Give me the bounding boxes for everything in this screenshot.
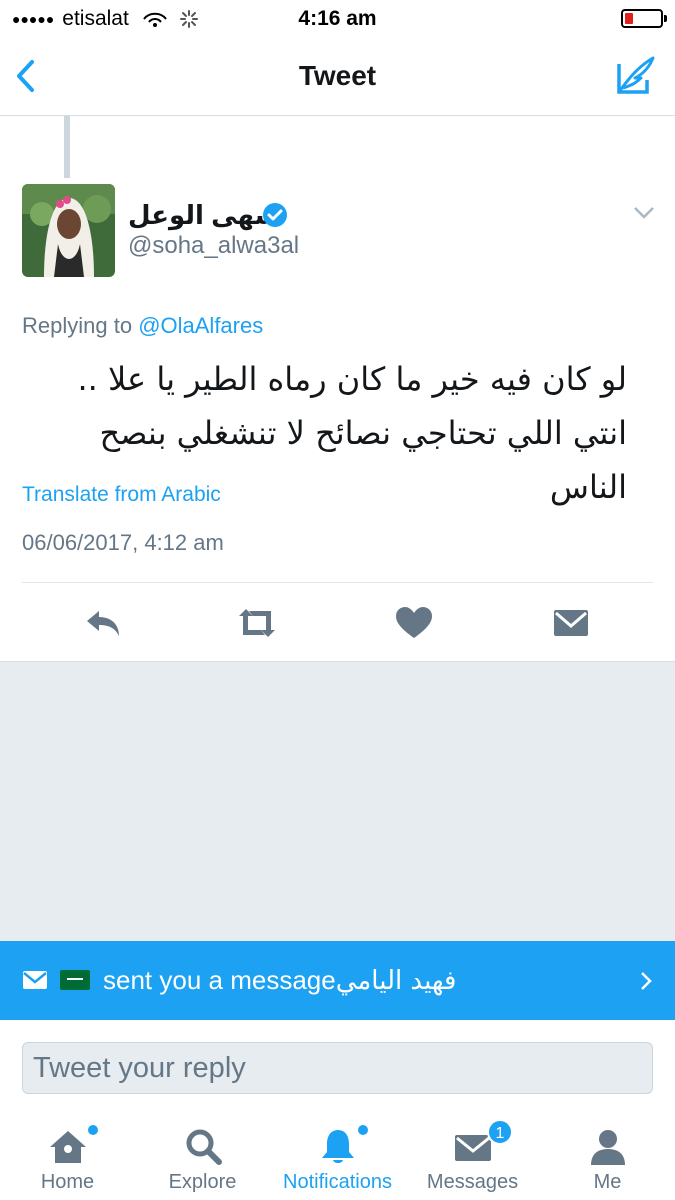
reply-icon[interactable] <box>83 606 123 640</box>
retweet-icon[interactable] <box>237 606 277 640</box>
tab-explore-label: Explore <box>168 1171 237 1193</box>
translate-link[interactable]: Translate from Arabic <box>22 483 221 507</box>
explore-search-icon <box>186 1129 222 1165</box>
banner-sender-name: فهيد اليامي <box>335 966 457 996</box>
verified-badge-icon <box>263 203 287 227</box>
tab-me-label: Me <box>593 1171 622 1193</box>
home-unread-dot <box>88 1125 98 1135</box>
empty-replies-area <box>0 661 675 941</box>
tab-messages-label: Messages <box>426 1171 519 1193</box>
messages-count-badge: 1 <box>487 1119 513 1145</box>
tweet-actions <box>0 598 675 648</box>
tab-notifications[interactable]: Notifications <box>270 1115 405 1200</box>
divider <box>22 582 653 583</box>
new-message-banner[interactable]: sent you a messageفهيد اليامي <box>0 941 675 1020</box>
avatar[interactable] <box>22 184 115 277</box>
chevron-right-icon[interactable] <box>639 971 653 991</box>
banner-message: sent you a messageفهيد اليامي <box>103 965 456 996</box>
page-title: Tweet <box>298 60 377 91</box>
signal-strength: ●●●●● <box>12 11 55 27</box>
carrier-name: etisalat <box>62 7 129 30</box>
status-bar: ●●●●● etisalat 4:16 am <box>0 0 675 38</box>
replying-to-mention-link[interactable]: @OlaAlfares <box>138 313 263 338</box>
display-name[interactable]: سهى الوعل <box>128 200 280 231</box>
reply-composer <box>0 1020 675 1115</box>
tab-bar: Home Explore Notifications 1 Messages Me <box>0 1115 675 1200</box>
thread-connector-line <box>64 116 70 178</box>
user-handle[interactable]: @soha_alwa3al <box>128 232 299 260</box>
compose-tweet-icon[interactable] <box>615 54 657 96</box>
tab-home-label: Home <box>40 1171 95 1193</box>
loading-spinner-icon <box>179 10 198 28</box>
notifications-unread-dot <box>358 1125 368 1135</box>
direct-message-icon[interactable] <box>551 606 591 640</box>
tab-notifications-label: Notifications <box>283 1171 392 1193</box>
like-heart-icon[interactable] <box>394 606 434 640</box>
tab-home[interactable]: Home <box>0 1115 135 1200</box>
replying-to-line: Replying to @OlaAlfares <box>22 313 263 339</box>
replying-prefix: Replying to <box>22 313 139 338</box>
wifi-icon <box>143 12 167 27</box>
notifications-bell-icon <box>322 1130 354 1163</box>
chevron-down-icon[interactable] <box>633 206 655 220</box>
battery-icon <box>621 9 667 28</box>
tweet-timestamp: 06/06/2017, 4:12 am <box>22 530 224 555</box>
saudi-flag-icon <box>60 970 90 990</box>
tweet-reply-input[interactable] <box>22 1042 653 1094</box>
tab-messages[interactable]: 1 Messages <box>405 1115 540 1200</box>
tab-me[interactable]: Me <box>540 1115 675 1200</box>
banner-message-text: sent you a message <box>103 965 336 995</box>
nav-bar: Tweet <box>0 38 675 116</box>
tab-explore[interactable]: Explore <box>135 1115 270 1200</box>
home-icon <box>50 1131 86 1163</box>
envelope-icon <box>23 971 47 989</box>
me-person-icon <box>591 1130 625 1165</box>
